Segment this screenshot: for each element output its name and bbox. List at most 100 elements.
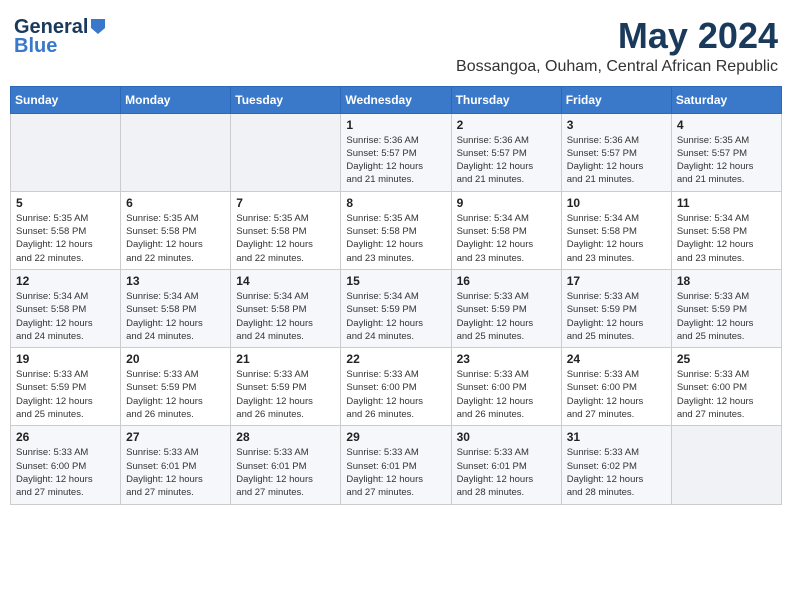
day-number: 21 xyxy=(236,352,335,366)
day-info: Sunrise: 5:33 AMSunset: 5:59 PMDaylight:… xyxy=(126,368,225,421)
calendar-cell: 9 Sunrise: 5:34 AMSunset: 5:58 PMDaylight… xyxy=(451,191,561,269)
calendar-cell: 29 Sunrise: 5:33 AMSunset: 6:01 PMDayligh… xyxy=(341,426,451,504)
day-info: Sunrise: 5:33 AMSunset: 6:02 PMDaylight:… xyxy=(567,446,666,499)
calendar-cell: 11 Sunrise: 5:34 AMSunset: 5:58 PMDayligh… xyxy=(671,191,781,269)
day-info: Sunrise: 5:33 AMSunset: 5:59 PMDaylight:… xyxy=(16,368,115,421)
day-number: 28 xyxy=(236,430,335,444)
day-number: 19 xyxy=(16,352,115,366)
calendar-cell: 1Sunrise: 5:36 AMSunset: 5:57 PMDaylight… xyxy=(341,113,451,191)
day-info: Sunrise: 5:33 AMSunset: 5:59 PMDaylight:… xyxy=(677,290,776,343)
calendar-cell: 20 Sunrise: 5:33 AMSunset: 5:59 PMDayligh… xyxy=(121,348,231,426)
day-info: Sunrise: 5:36 AMSunset: 5:57 PMDaylight:… xyxy=(567,134,666,187)
calendar-cell: 13 Sunrise: 5:34 AMSunset: 5:58 PMDayligh… xyxy=(121,269,231,347)
weekday-header-sunday: Sunday xyxy=(11,86,121,113)
calendar-table: SundayMondayTuesdayWednesdayThursdayFrid… xyxy=(10,86,782,505)
day-info: Sunrise: 5:34 AMSunset: 5:58 PMDaylight:… xyxy=(567,212,666,265)
calendar-cell: 30Sunrise: 5:33 AMSunset: 6:01 PMDayligh… xyxy=(451,426,561,504)
calendar-cell: 15Sunrise: 5:34 AMSunset: 5:59 PMDayligh… xyxy=(341,269,451,347)
day-info: Sunrise: 5:35 AMSunset: 5:58 PMDaylight:… xyxy=(126,212,225,265)
day-number: 20 xyxy=(126,352,225,366)
day-number: 27 xyxy=(126,430,225,444)
calendar-cell: 6 Sunrise: 5:35 AMSunset: 5:58 PMDaylight… xyxy=(121,191,231,269)
calendar-cell: 19 Sunrise: 5:33 AMSunset: 5:59 PMDayligh… xyxy=(11,348,121,426)
day-info: Sunrise: 5:36 AMSunset: 5:57 PMDaylight:… xyxy=(457,134,556,187)
day-number: 31 xyxy=(567,430,666,444)
day-number: 22 xyxy=(346,352,445,366)
day-info: Sunrise: 5:34 AMSunset: 5:58 PMDaylight:… xyxy=(236,290,335,343)
logo-text-blue: Blue xyxy=(14,35,57,58)
day-info: Sunrise: 5:33 AMSunset: 6:00 PMDaylight:… xyxy=(457,368,556,421)
calendar-cell: 31 Sunrise: 5:33 AMSunset: 6:02 PMDayligh… xyxy=(561,426,671,504)
day-number: 15 xyxy=(346,274,445,288)
day-number: 10 xyxy=(567,196,666,210)
day-info: Sunrise: 5:33 AMSunset: 6:00 PMDaylight:… xyxy=(16,446,115,499)
calendar-week-4: 19 Sunrise: 5:33 AMSunset: 5:59 PMDayligh… xyxy=(11,348,782,426)
day-info: Sunrise: 5:34 AMSunset: 5:58 PMDaylight:… xyxy=(126,290,225,343)
day-number: 11 xyxy=(677,196,776,210)
title-block: May 2024 Bossangoa, Ouham, Central Afric… xyxy=(456,16,778,76)
day-number: 24 xyxy=(567,352,666,366)
calendar-cell xyxy=(121,113,231,191)
page-header: General Blue May 2024 Bossangoa, Ouham, … xyxy=(10,10,782,82)
calendar-cell: 22 Sunrise: 5:33 AMSunset: 6:00 PMDayligh… xyxy=(341,348,451,426)
location-title: Bossangoa, Ouham, Central African Republ… xyxy=(456,58,778,76)
calendar-header: SundayMondayTuesdayWednesdayThursdayFrid… xyxy=(11,86,782,113)
calendar-cell: 7Sunrise: 5:35 AMSunset: 5:58 PMDaylight… xyxy=(231,191,341,269)
calendar-cell: 8 Sunrise: 5:35 AMSunset: 5:58 PMDaylight… xyxy=(341,191,451,269)
calendar-cell xyxy=(11,113,121,191)
weekday-header-thursday: Thursday xyxy=(451,86,561,113)
logo: General Blue xyxy=(14,16,107,58)
day-info: Sunrise: 5:36 AMSunset: 5:57 PMDaylight:… xyxy=(346,134,445,187)
day-number: 3 xyxy=(567,118,666,132)
day-number: 14 xyxy=(236,274,335,288)
calendar-cell: 12Sunrise: 5:34 AMSunset: 5:58 PMDayligh… xyxy=(11,269,121,347)
day-info: Sunrise: 5:33 AMSunset: 5:59 PMDaylight:… xyxy=(457,290,556,343)
calendar-cell: 24 Sunrise: 5:33 AMSunset: 6:00 PMDayligh… xyxy=(561,348,671,426)
day-info: Sunrise: 5:35 AMSunset: 5:58 PMDaylight:… xyxy=(16,212,115,265)
weekday-header-tuesday: Tuesday xyxy=(231,86,341,113)
day-number: 26 xyxy=(16,430,115,444)
day-number: 25 xyxy=(677,352,776,366)
day-info: Sunrise: 5:33 AMSunset: 6:00 PMDaylight:… xyxy=(677,368,776,421)
day-number: 13 xyxy=(126,274,225,288)
day-info: Sunrise: 5:33 AMSunset: 6:01 PMDaylight:… xyxy=(346,446,445,499)
calendar-cell: 23Sunrise: 5:33 AMSunset: 6:00 PMDayligh… xyxy=(451,348,561,426)
month-title: May 2024 xyxy=(456,16,778,56)
day-number: 18 xyxy=(677,274,776,288)
day-info: Sunrise: 5:33 AMSunset: 5:59 PMDaylight:… xyxy=(236,368,335,421)
day-info: Sunrise: 5:33 AMSunset: 6:00 PMDaylight:… xyxy=(567,368,666,421)
calendar-cell: 16Sunrise: 5:33 AMSunset: 5:59 PMDayligh… xyxy=(451,269,561,347)
day-info: Sunrise: 5:34 AMSunset: 5:58 PMDaylight:… xyxy=(457,212,556,265)
calendar-week-5: 26 Sunrise: 5:33 AMSunset: 6:00 PMDayligh… xyxy=(11,426,782,504)
calendar-week-2: 5Sunrise: 5:35 AMSunset: 5:58 PMDaylight… xyxy=(11,191,782,269)
day-number: 8 xyxy=(346,196,445,210)
weekday-header-saturday: Saturday xyxy=(671,86,781,113)
day-info: Sunrise: 5:33 AMSunset: 6:01 PMDaylight:… xyxy=(126,446,225,499)
day-number: 6 xyxy=(126,196,225,210)
calendar-cell: 14 Sunrise: 5:34 AMSunset: 5:58 PMDayligh… xyxy=(231,269,341,347)
weekday-header-monday: Monday xyxy=(121,86,231,113)
day-number: 17 xyxy=(567,274,666,288)
day-number: 7 xyxy=(236,196,335,210)
calendar-cell: 18 Sunrise: 5:33 AMSunset: 5:59 PMDayligh… xyxy=(671,269,781,347)
calendar-week-1: 1Sunrise: 5:36 AMSunset: 5:57 PMDaylight… xyxy=(11,113,782,191)
weekday-header-friday: Friday xyxy=(561,86,671,113)
calendar-cell: 28Sunrise: 5:33 AMSunset: 6:01 PMDayligh… xyxy=(231,426,341,504)
day-number: 29 xyxy=(346,430,445,444)
day-info: Sunrise: 5:35 AMSunset: 5:57 PMDaylight:… xyxy=(677,134,776,187)
calendar-cell: 3 Sunrise: 5:36 AMSunset: 5:57 PMDaylight… xyxy=(561,113,671,191)
day-info: Sunrise: 5:34 AMSunset: 5:58 PMDaylight:… xyxy=(677,212,776,265)
calendar-cell: 25 Sunrise: 5:33 AMSunset: 6:00 PMDayligh… xyxy=(671,348,781,426)
day-info: Sunrise: 5:33 AMSunset: 6:01 PMDaylight:… xyxy=(457,446,556,499)
calendar-body: 1Sunrise: 5:36 AMSunset: 5:57 PMDaylight… xyxy=(11,113,782,504)
calendar-cell: 27 Sunrise: 5:33 AMSunset: 6:01 PMDayligh… xyxy=(121,426,231,504)
day-info: Sunrise: 5:34 AMSunset: 5:58 PMDaylight:… xyxy=(16,290,115,343)
day-number: 9 xyxy=(457,196,556,210)
day-info: Sunrise: 5:35 AMSunset: 5:58 PMDaylight:… xyxy=(346,212,445,265)
calendar-cell: 17Sunrise: 5:33 AMSunset: 5:59 PMDayligh… xyxy=(561,269,671,347)
calendar-cell: 10 Sunrise: 5:34 AMSunset: 5:58 PMDayligh… xyxy=(561,191,671,269)
day-number: 4 xyxy=(677,118,776,132)
day-info: Sunrise: 5:33 AMSunset: 6:00 PMDaylight:… xyxy=(346,368,445,421)
calendar-cell: 2Sunrise: 5:36 AMSunset: 5:57 PMDaylight… xyxy=(451,113,561,191)
calendar-cell xyxy=(671,426,781,504)
